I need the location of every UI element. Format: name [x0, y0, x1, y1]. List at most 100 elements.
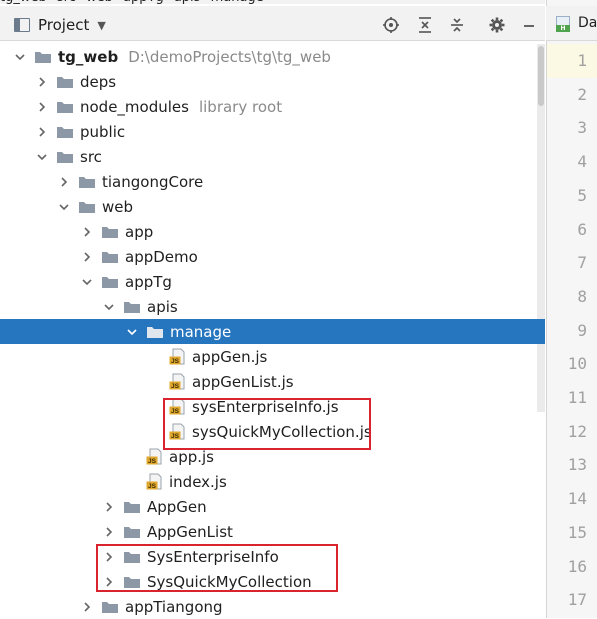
- tree-node-app[interactable]: app: [0, 219, 545, 244]
- js-file-icon: JS: [169, 348, 186, 365]
- tree-node-apis[interactable]: apis: [0, 294, 545, 319]
- svg-text:JS: JS: [148, 483, 157, 490]
- project-tree: tg_web D:\demoProjects\tg\tg_web deps no…: [0, 44, 545, 619]
- tree-node-label: tg_web: [58, 47, 119, 66]
- tree-node-apptg[interactable]: appTg: [0, 269, 545, 294]
- tree-node-label: appTiangong: [125, 597, 223, 616]
- tree-node-label: src: [80, 147, 102, 166]
- tree-node-appgen[interactable]: AppGen: [0, 494, 545, 519]
- line-number: 6: [577, 219, 587, 239]
- tree-node-label: appTg: [125, 272, 172, 291]
- highlight-box-js-files: [163, 398, 371, 450]
- chevron-right-icon[interactable]: [36, 125, 48, 139]
- line-number: 14: [567, 489, 587, 509]
- folder-icon: [101, 275, 119, 289]
- line-number: 5: [577, 185, 587, 205]
- line-number: 9: [577, 320, 587, 340]
- tree-node-label: public: [80, 122, 126, 141]
- chevron-right-icon[interactable]: [81, 225, 93, 239]
- folder-icon: [123, 525, 141, 539]
- chevron-right-icon[interactable]: [81, 600, 93, 614]
- line-number: 7: [577, 253, 587, 273]
- tree-node-label: manage: [170, 322, 232, 341]
- library-root-hint: library root: [198, 97, 283, 116]
- chevron-down-icon[interactable]: [58, 200, 70, 214]
- folder-icon: [56, 75, 74, 89]
- tree-node-appgen-js[interactable]: JS appGen.js: [0, 344, 545, 369]
- breadcrumb-item[interactable]: src: [57, 0, 76, 4]
- chevron-right-icon[interactable]: [36, 100, 48, 114]
- tree-node-node-modules[interactable]: node_modules library root: [0, 94, 545, 119]
- chevron-right-icon[interactable]: [58, 175, 70, 189]
- locate-icon[interactable]: [380, 14, 402, 36]
- breadcrumb-item[interactable]: tg_web: [0, 0, 47, 4]
- tree-node-src[interactable]: src: [0, 144, 545, 169]
- folder-icon: [34, 50, 52, 64]
- svg-text:JS: JS: [148, 458, 157, 465]
- tree-node-appdemo[interactable]: appDemo: [0, 244, 545, 269]
- folder-icon: [78, 200, 96, 214]
- chevron-down-icon[interactable]: [36, 150, 48, 164]
- line-number: 4: [577, 152, 587, 172]
- folder-icon: [101, 250, 119, 264]
- folder-icon: [56, 150, 74, 164]
- tree-node-web[interactable]: web: [0, 194, 545, 219]
- tree-node-appgenlist[interactable]: AppGenList: [0, 519, 545, 544]
- tree-node-deps[interactable]: deps: [0, 69, 545, 94]
- tree-node-public[interactable]: public: [0, 119, 545, 144]
- tree-node-tg-web[interactable]: tg_web D:\demoProjects\tg\tg_web: [0, 44, 545, 69]
- minimize-icon[interactable]: [518, 14, 540, 36]
- folder-icon: [101, 600, 119, 614]
- chevron-down-icon: ▼: [97, 18, 106, 32]
- line-number: 15: [567, 522, 587, 542]
- chevron-right-icon[interactable]: [36, 75, 48, 89]
- expand-all-icon[interactable]: [414, 14, 436, 36]
- tree-node-label: appGen.js: [192, 347, 268, 366]
- editor-tab[interactable]: H Da: [546, 6, 597, 41]
- collapse-all-icon[interactable]: [446, 14, 468, 36]
- chevron-right-icon[interactable]: [103, 525, 115, 539]
- tree-node-label: deps: [80, 72, 117, 91]
- js-file-icon: JS: [146, 473, 163, 490]
- tree-node-label: appDemo: [125, 247, 198, 266]
- js-file-icon: JS: [169, 373, 186, 390]
- line-number: 8: [577, 286, 587, 306]
- tree-node-appgenlist-js[interactable]: JS appGenList.js: [0, 369, 545, 394]
- chevron-down-icon[interactable]: [14, 50, 26, 64]
- svg-text:JS: JS: [171, 383, 180, 390]
- svg-text:JS: JS: [171, 358, 180, 365]
- line-number: 13: [567, 455, 587, 475]
- chevron-down-icon[interactable]: [81, 275, 93, 289]
- breadcrumb-item[interactable]: appTg: [123, 0, 164, 4]
- tree-node-tiangongcore[interactable]: tiangongCore: [0, 169, 545, 194]
- line-number: 1: [577, 51, 587, 70]
- gear-icon[interactable]: [486, 14, 508, 36]
- project-window-icon: [14, 18, 30, 32]
- tree-node-label: AppGenList: [147, 522, 233, 541]
- breadcrumb-item[interactable]: web: [86, 0, 113, 4]
- project-view-selector[interactable]: Project ▼: [14, 15, 106, 35]
- breadcrumb-item[interactable]: apis: [174, 0, 201, 4]
- chevron-down-icon[interactable]: [103, 300, 115, 314]
- folder-icon: [78, 175, 96, 189]
- tree-node-label: index.js: [169, 472, 227, 491]
- tree-node-path: D:\demoProjects\tg\tg_web: [128, 47, 331, 66]
- folder-icon: [123, 300, 141, 314]
- tree-node-label: app: [125, 222, 154, 241]
- chevron-right-icon[interactable]: [103, 500, 115, 514]
- tree-node-manage[interactable]: manage: [0, 319, 545, 344]
- html-file-icon: H: [556, 16, 570, 32]
- line-number: 11: [567, 388, 587, 407]
- chevron-down-icon[interactable]: [126, 325, 138, 339]
- tree-node-index-js[interactable]: JS index.js: [0, 469, 545, 494]
- breadcrumb-item[interactable]: manage: [211, 0, 264, 4]
- tree-node-label: tiangongCore: [102, 172, 204, 191]
- line-number: 2: [577, 84, 587, 104]
- project-label: Project: [38, 16, 90, 34]
- line-number: 3: [577, 118, 587, 138]
- folder-icon: [56, 100, 74, 114]
- chevron-right-icon[interactable]: [81, 250, 93, 264]
- tree-node-apptiangong[interactable]: appTiangong: [0, 594, 545, 619]
- folder-icon: [123, 500, 141, 514]
- line-number: 17: [567, 590, 587, 610]
